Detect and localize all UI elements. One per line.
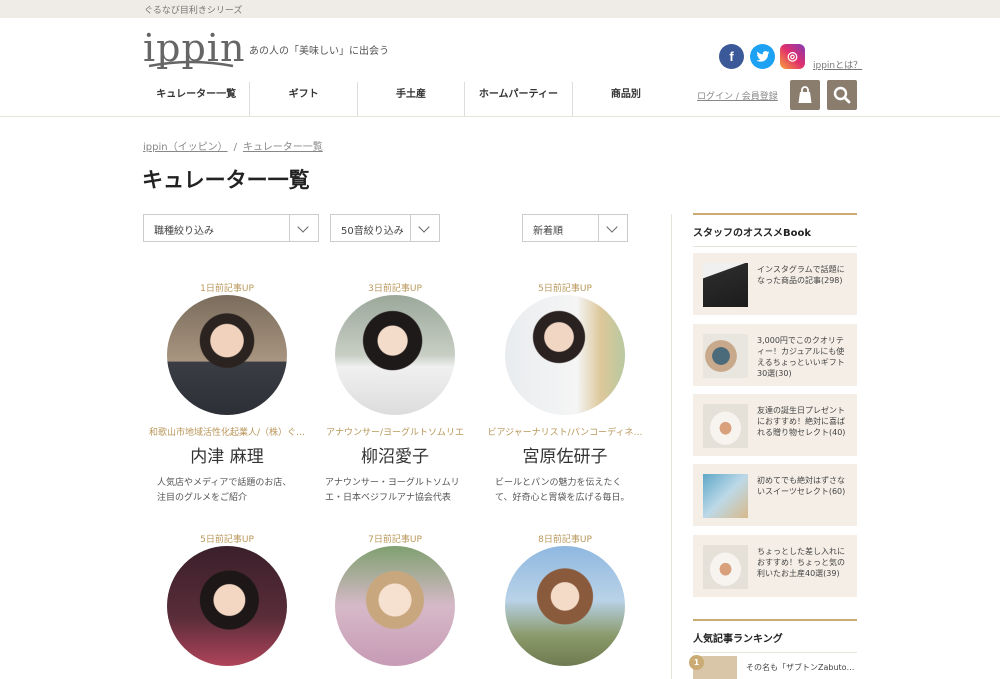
curator-role: 和歌山市地域活性化起業人/（株）ぐ… (149, 428, 305, 438)
series-label: ぐるなび目利きシリーズ (144, 6, 243, 16)
nav-curators[interactable]: キュレーター一覧 (143, 82, 251, 116)
cart-button[interactable] (790, 80, 820, 110)
content-divider (671, 214, 672, 679)
nav-gift[interactable]: ギフト (250, 82, 358, 116)
chevron-down-icon (410, 215, 439, 241)
book-item[interactable]: インスタグラムで話題になった商品の記事(298) (693, 253, 857, 315)
sort-value: 新着順 (533, 226, 563, 237)
occupation-filter-value: 職種絞り込み (154, 226, 214, 237)
curator-card[interactable]: 8日前記事UP (487, 532, 643, 679)
search-icon (833, 86, 851, 104)
book-title: 友達の誕生日プレゼントにおすすめ！絶対に喜ばれる贈り物セレクト(40) (757, 406, 846, 437)
curator-updated: 5日前記事UP (200, 535, 254, 545)
curator-card[interactable]: 7日前記事UP (317, 532, 473, 679)
top-strip: ぐるなび目利きシリーズ (0, 0, 1000, 18)
global-nav: キュレーター一覧 ギフト 手土産 ホームパーティー 商品別 (143, 82, 679, 116)
twitter-icon[interactable] (750, 44, 775, 69)
book-thumbnail (703, 263, 748, 307)
curator-name[interactable]: 柳沼愛子 (317, 442, 473, 467)
curator-name[interactable]: 宮原佐研子 (487, 442, 643, 467)
chevron-down-icon (289, 215, 318, 241)
curator-role: ビアジャーナリスト/パンコーディネ… (487, 428, 643, 438)
kana-filter-value: 50音絞り込み (341, 226, 404, 237)
about-ippin-link[interactable]: ippinとは？ (813, 58, 862, 71)
breadcrumb-curators[interactable]: キュレーター一覧 (243, 142, 323, 153)
book-thumbnail (703, 474, 748, 518)
book-item[interactable]: 初めてでも絶対はずさないスイーツセレクト(60) (693, 464, 857, 526)
curator-updated: 8日前記事UP (538, 535, 592, 545)
shopping-bag-icon (798, 86, 812, 103)
curator-updated: 3日前記事UP (368, 284, 422, 294)
breadcrumb: ippin（イッピン） / キュレーター一覧 (143, 142, 323, 153)
facebook-icon[interactable]: f (719, 44, 744, 69)
curator-photo[interactable] (167, 295, 287, 415)
instagram-icon[interactable]: ◎ (780, 44, 805, 69)
book-item[interactable]: ちょっとした差し入れにおすすめ！ちょっと気の利いたお土産40選(39) (693, 535, 857, 597)
occupation-filter-select[interactable]: 職種絞り込み (143, 214, 319, 242)
book-title: 初めてでも絶対はずさないスイーツセレクト(60) (757, 476, 846, 496)
curator-updated: 1日前記事UP (200, 284, 254, 294)
curator-description: ビールとパンの魅力を伝えたくて、好奇心と胃袋を広げる毎日。 (495, 478, 630, 503)
curator-photo[interactable] (505, 295, 625, 415)
curator-card[interactable]: 5日前記事UP (149, 532, 305, 679)
curator-photo[interactable] (505, 546, 625, 666)
ranking-heading: 人気記事ランキング (693, 619, 857, 653)
curator-name[interactable]: 内津 麻理 (149, 442, 305, 467)
book-title: インスタグラムで話題になった商品の記事(298) (757, 265, 845, 285)
book-thumbnail (703, 545, 748, 589)
book-title: ちょっとした差し入れにおすすめ！ちょっと気の利いたお土産40選(39) (757, 547, 845, 578)
staff-books-heading: スタッフのオススメBook (693, 213, 857, 247)
curator-description: 人気店やメディアで話題のお店、注目のグルメをご紹介 (157, 478, 292, 503)
curator-photo[interactable] (335, 546, 455, 666)
tagline: あの人の「美味しい」に出会う (249, 46, 389, 57)
ranking-item-title[interactable]: その名も「ザブトンZabuto… (746, 662, 858, 673)
chevron-down-icon (598, 215, 627, 241)
breadcrumb-home[interactable]: ippin（イッピン） (143, 142, 228, 153)
curator-card[interactable]: 1日前記事UP 和歌山市地域活性化起業人/（株）ぐ… 内津 麻理 人気店やメディ… (149, 281, 305, 506)
curator-photo[interactable] (335, 295, 455, 415)
page-title: キュレーター一覧 (142, 168, 310, 192)
curator-updated: 7日前記事UP (368, 535, 422, 545)
curator-card[interactable]: 3日前記事UP アナウンサー/ヨーグルトソムリエ 柳沼愛子 アナウンサー・ヨーグ… (317, 281, 473, 506)
nav-by-product[interactable]: 商品別 (573, 82, 679, 116)
curator-photo[interactable] (167, 546, 287, 666)
book-thumbnail (703, 404, 748, 448)
book-title: 3,000円でこのクオリティー！カジュアルにも使えるちょっといいギフト30選(3… (757, 336, 845, 378)
nav-souvenir[interactable]: 手土産 (358, 82, 466, 116)
login-link[interactable]: ログイン / 会員登録 (697, 89, 778, 102)
book-thumbnail (703, 334, 748, 378)
curator-updated: 5日前記事UP (538, 284, 592, 294)
curator-card[interactable]: 5日前記事UP ビアジャーナリスト/パンコーディネ… 宮原佐研子 ビールとパンの… (487, 281, 643, 506)
book-item[interactable]: 3,000円でこのクオリティー！カジュアルにも使えるちょっといいギフト30選(3… (693, 324, 857, 386)
header-divider (0, 116, 1000, 117)
curator-description: アナウンサー・ヨーグルトソムリエ・日本ベジフルアナ協会代表 (325, 478, 460, 503)
rank-badge: 1 (689, 655, 704, 670)
search-button[interactable] (827, 80, 857, 110)
book-item[interactable]: 友達の誕生日プレゼントにおすすめ！絶対に喜ばれる贈り物セレクト(40) (693, 394, 857, 456)
sort-select[interactable]: 新着順 (522, 214, 628, 242)
logo-swoosh-icon (148, 60, 234, 68)
kana-filter-select[interactable]: 50音絞り込み (330, 214, 440, 242)
nav-home-party[interactable]: ホームパーティー (465, 82, 573, 116)
curator-role: アナウンサー/ヨーグルトソムリエ (326, 428, 464, 438)
